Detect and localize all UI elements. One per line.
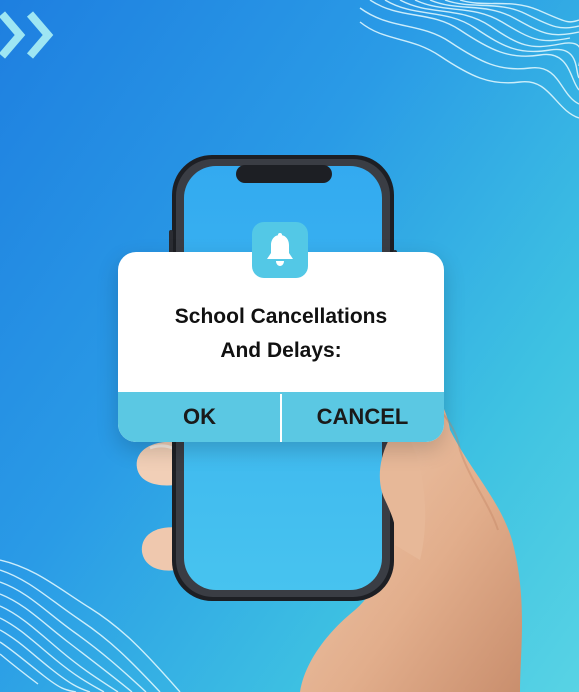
notification-dialog: School Cancellations And Delays: OK CANC… [118, 252, 444, 442]
promo-graphic: School Cancellations And Delays: OK CANC… [0, 0, 579, 692]
bell-icon [267, 233, 293, 266]
bell-badge [252, 222, 308, 278]
notification-title: School Cancellations And Delays: [118, 300, 444, 368]
notification-title-line-2: And Delays: [220, 339, 342, 362]
cancel-button[interactable]: CANCEL [281, 392, 444, 442]
notification-title-line-1: School Cancellations [174, 305, 388, 328]
ok-button[interactable]: OK [118, 392, 281, 442]
button-divider [280, 394, 282, 442]
